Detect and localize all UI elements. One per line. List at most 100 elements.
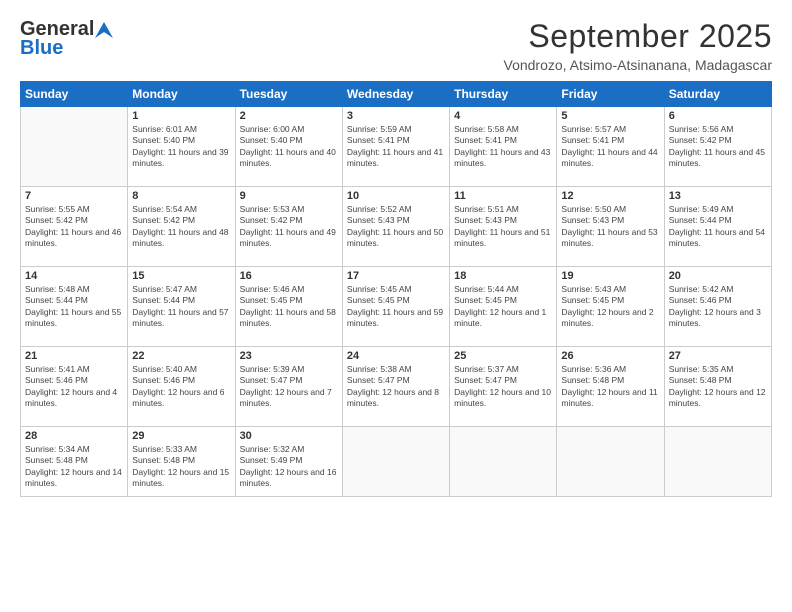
logo-blue-text: Blue bbox=[20, 37, 63, 60]
sunrise-text: Sunrise: 5:55 AM bbox=[25, 204, 123, 215]
sunrise-text: Sunrise: 5:45 AM bbox=[347, 284, 445, 295]
day-number: 21 bbox=[25, 350, 123, 362]
daylight-text: Daylight: 12 hours and 11 minutes. bbox=[561, 387, 659, 410]
cell-info: Sunrise: 5:54 AM Sunset: 5:42 PM Dayligh… bbox=[132, 204, 230, 250]
day-number: 7 bbox=[25, 190, 123, 202]
sunset-text: Sunset: 5:48 PM bbox=[25, 455, 123, 466]
sunset-text: Sunset: 5:46 PM bbox=[132, 375, 230, 386]
day-number: 1 bbox=[132, 110, 230, 122]
sunrise-text: Sunrise: 5:37 AM bbox=[454, 364, 552, 375]
sunset-text: Sunset: 5:46 PM bbox=[25, 375, 123, 386]
day-number: 24 bbox=[347, 350, 445, 362]
day-number: 19 bbox=[561, 270, 659, 282]
cell-info: Sunrise: 5:57 AM Sunset: 5:41 PM Dayligh… bbox=[561, 124, 659, 170]
daylight-text: Daylight: 11 hours and 58 minutes. bbox=[240, 307, 338, 330]
sunset-text: Sunset: 5:45 PM bbox=[347, 295, 445, 306]
sunset-text: Sunset: 5:42 PM bbox=[669, 135, 767, 146]
title-block: September 2025 Vondrozo, Atsimo-Atsinana… bbox=[504, 18, 773, 73]
calendar-cell: 18 Sunrise: 5:44 AM Sunset: 5:45 PM Dayl… bbox=[450, 267, 557, 347]
header-thursday: Thursday bbox=[450, 82, 557, 107]
sunrise-text: Sunrise: 6:00 AM bbox=[240, 124, 338, 135]
sunrise-text: Sunrise: 5:51 AM bbox=[454, 204, 552, 215]
daylight-text: Daylight: 12 hours and 4 minutes. bbox=[25, 387, 123, 410]
day-number: 10 bbox=[347, 190, 445, 202]
calendar-week-row: 28 Sunrise: 5:34 AM Sunset: 5:48 PM Dayl… bbox=[21, 427, 772, 497]
cell-info: Sunrise: 5:41 AM Sunset: 5:46 PM Dayligh… bbox=[25, 364, 123, 410]
logo-bird-icon bbox=[95, 22, 113, 38]
calendar-cell: 4 Sunrise: 5:58 AM Sunset: 5:41 PM Dayli… bbox=[450, 107, 557, 187]
sunset-text: Sunset: 5:47 PM bbox=[240, 375, 338, 386]
day-number: 4 bbox=[454, 110, 552, 122]
daylight-text: Daylight: 12 hours and 3 minutes. bbox=[669, 307, 767, 330]
header-sunday: Sunday bbox=[21, 82, 128, 107]
sunset-text: Sunset: 5:45 PM bbox=[240, 295, 338, 306]
daylight-text: Daylight: 12 hours and 14 minutes. bbox=[25, 467, 123, 490]
calendar-cell: 20 Sunrise: 5:42 AM Sunset: 5:46 PM Dayl… bbox=[664, 267, 771, 347]
cell-info: Sunrise: 5:43 AM Sunset: 5:45 PM Dayligh… bbox=[561, 284, 659, 330]
sunrise-text: Sunrise: 5:44 AM bbox=[454, 284, 552, 295]
cell-info: Sunrise: 5:49 AM Sunset: 5:44 PM Dayligh… bbox=[669, 204, 767, 250]
page: General Blue September 2025 Vondrozo, At… bbox=[0, 0, 792, 612]
sunrise-text: Sunrise: 5:49 AM bbox=[669, 204, 767, 215]
calendar-cell: 23 Sunrise: 5:39 AM Sunset: 5:47 PM Dayl… bbox=[235, 347, 342, 427]
daylight-text: Daylight: 11 hours and 50 minutes. bbox=[347, 227, 445, 250]
calendar-cell bbox=[21, 107, 128, 187]
calendar-cell: 26 Sunrise: 5:36 AM Sunset: 5:48 PM Dayl… bbox=[557, 347, 664, 427]
sunset-text: Sunset: 5:49 PM bbox=[240, 455, 338, 466]
sunset-text: Sunset: 5:41 PM bbox=[561, 135, 659, 146]
calendar-cell: 10 Sunrise: 5:52 AM Sunset: 5:43 PM Dayl… bbox=[342, 187, 449, 267]
daylight-text: Daylight: 12 hours and 15 minutes. bbox=[132, 467, 230, 490]
day-number: 8 bbox=[132, 190, 230, 202]
calendar-week-row: 14 Sunrise: 5:48 AM Sunset: 5:44 PM Dayl… bbox=[21, 267, 772, 347]
cell-info: Sunrise: 5:36 AM Sunset: 5:48 PM Dayligh… bbox=[561, 364, 659, 410]
location-title: Vondrozo, Atsimo-Atsinanana, Madagascar bbox=[504, 57, 773, 73]
day-number: 25 bbox=[454, 350, 552, 362]
sunrise-text: Sunrise: 5:35 AM bbox=[669, 364, 767, 375]
sunset-text: Sunset: 5:44 PM bbox=[669, 215, 767, 226]
cell-info: Sunrise: 5:58 AM Sunset: 5:41 PM Dayligh… bbox=[454, 124, 552, 170]
day-number: 5 bbox=[561, 110, 659, 122]
daylight-text: Daylight: 11 hours and 57 minutes. bbox=[132, 307, 230, 330]
cell-info: Sunrise: 5:46 AM Sunset: 5:45 PM Dayligh… bbox=[240, 284, 338, 330]
sunset-text: Sunset: 5:41 PM bbox=[347, 135, 445, 146]
daylight-text: Daylight: 12 hours and 8 minutes. bbox=[347, 387, 445, 410]
day-number: 26 bbox=[561, 350, 659, 362]
sunrise-text: Sunrise: 5:32 AM bbox=[240, 444, 338, 455]
daylight-text: Daylight: 11 hours and 49 minutes. bbox=[240, 227, 338, 250]
logo: General Blue bbox=[20, 18, 113, 60]
calendar-cell: 3 Sunrise: 5:59 AM Sunset: 5:41 PM Dayli… bbox=[342, 107, 449, 187]
header: General Blue September 2025 Vondrozo, At… bbox=[20, 18, 772, 73]
cell-info: Sunrise: 5:38 AM Sunset: 5:47 PM Dayligh… bbox=[347, 364, 445, 410]
sunset-text: Sunset: 5:47 PM bbox=[347, 375, 445, 386]
cell-info: Sunrise: 5:35 AM Sunset: 5:48 PM Dayligh… bbox=[669, 364, 767, 410]
sunset-text: Sunset: 5:48 PM bbox=[669, 375, 767, 386]
sunrise-text: Sunrise: 5:40 AM bbox=[132, 364, 230, 375]
sunset-text: Sunset: 5:40 PM bbox=[132, 135, 230, 146]
calendar-cell: 14 Sunrise: 5:48 AM Sunset: 5:44 PM Dayl… bbox=[21, 267, 128, 347]
cell-info: Sunrise: 5:45 AM Sunset: 5:45 PM Dayligh… bbox=[347, 284, 445, 330]
day-number: 3 bbox=[347, 110, 445, 122]
sunset-text: Sunset: 5:48 PM bbox=[132, 455, 230, 466]
sunset-text: Sunset: 5:43 PM bbox=[347, 215, 445, 226]
header-friday: Friday bbox=[557, 82, 664, 107]
day-header-row: Sunday Monday Tuesday Wednesday Thursday… bbox=[21, 82, 772, 107]
day-number: 23 bbox=[240, 350, 338, 362]
calendar-cell: 16 Sunrise: 5:46 AM Sunset: 5:45 PM Dayl… bbox=[235, 267, 342, 347]
daylight-text: Daylight: 11 hours and 40 minutes. bbox=[240, 147, 338, 170]
daylight-text: Daylight: 12 hours and 2 minutes. bbox=[561, 307, 659, 330]
cell-info: Sunrise: 5:37 AM Sunset: 5:47 PM Dayligh… bbox=[454, 364, 552, 410]
sunrise-text: Sunrise: 5:34 AM bbox=[25, 444, 123, 455]
cell-info: Sunrise: 5:53 AM Sunset: 5:42 PM Dayligh… bbox=[240, 204, 338, 250]
sunrise-text: Sunrise: 5:36 AM bbox=[561, 364, 659, 375]
sunrise-text: Sunrise: 5:48 AM bbox=[25, 284, 123, 295]
calendar-cell: 13 Sunrise: 5:49 AM Sunset: 5:44 PM Dayl… bbox=[664, 187, 771, 267]
calendar-cell: 2 Sunrise: 6:00 AM Sunset: 5:40 PM Dayli… bbox=[235, 107, 342, 187]
sunset-text: Sunset: 5:45 PM bbox=[454, 295, 552, 306]
cell-info: Sunrise: 6:00 AM Sunset: 5:40 PM Dayligh… bbox=[240, 124, 338, 170]
cell-info: Sunrise: 5:55 AM Sunset: 5:42 PM Dayligh… bbox=[25, 204, 123, 250]
cell-info: Sunrise: 5:40 AM Sunset: 5:46 PM Dayligh… bbox=[132, 364, 230, 410]
day-number: 22 bbox=[132, 350, 230, 362]
sunset-text: Sunset: 5:42 PM bbox=[240, 215, 338, 226]
sunset-text: Sunset: 5:45 PM bbox=[561, 295, 659, 306]
daylight-text: Daylight: 11 hours and 46 minutes. bbox=[25, 227, 123, 250]
